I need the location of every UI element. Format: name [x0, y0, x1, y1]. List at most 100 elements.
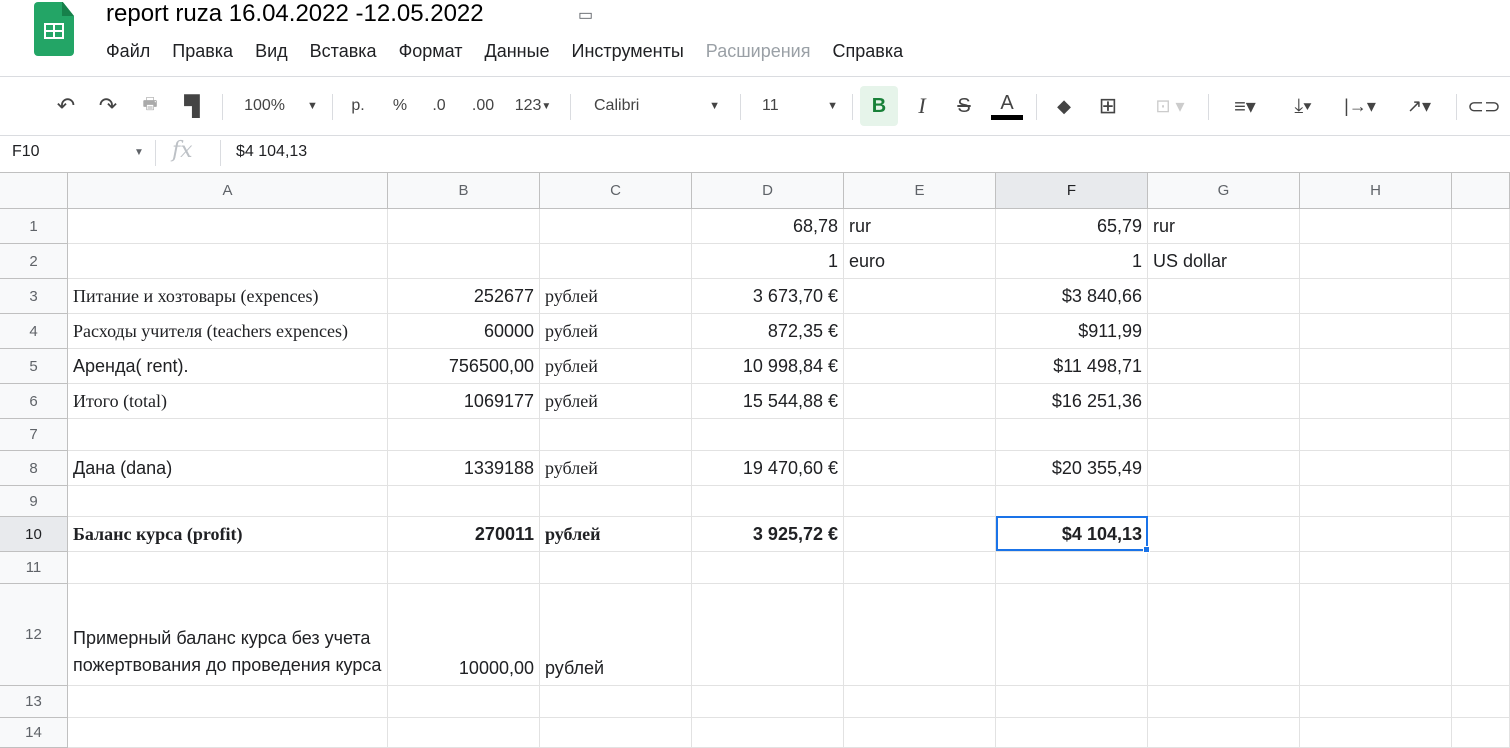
name-box[interactable]: F10	[12, 143, 40, 161]
cell-D8[interactable]: 19 470,60 €	[692, 451, 844, 486]
cell-E13[interactable]	[844, 686, 996, 718]
menu-5[interactable]: Формат	[399, 41, 463, 62]
more-formats-button[interactable]: 123 ▼	[508, 86, 558, 126]
fill-color-icon[interactable]: ◆	[1050, 86, 1078, 126]
cell-I8[interactable]	[1452, 451, 1510, 486]
column-header-I[interactable]	[1452, 173, 1510, 209]
cell-C11[interactable]	[540, 552, 692, 584]
cell-E7[interactable]	[844, 419, 996, 451]
cell-B8[interactable]: 1339188	[388, 451, 540, 486]
column-header-E[interactable]: E	[844, 173, 996, 209]
cell-E8[interactable]	[844, 451, 996, 486]
cell-F3[interactable]: $3 840,66	[996, 279, 1148, 314]
menu-9[interactable]: Справка	[832, 41, 903, 62]
increase-decimal-button[interactable]: .00	[466, 86, 500, 126]
cell-D6[interactable]: 15 544,88 €	[692, 384, 844, 419]
cell-G2[interactable]: US dollar	[1148, 244, 1300, 279]
cell-C6[interactable]: рублей	[540, 384, 692, 419]
cell-I4[interactable]	[1452, 314, 1510, 349]
menu-8[interactable]: Расширения	[706, 41, 811, 62]
sheets-logo[interactable]	[34, 2, 74, 56]
cell-C3[interactable]: рублей	[540, 279, 692, 314]
cell-F13[interactable]	[996, 686, 1148, 718]
row-header-13[interactable]: 13	[0, 686, 68, 718]
cell-G8[interactable]	[1148, 451, 1300, 486]
cell-E10[interactable]	[844, 517, 996, 552]
cell-I5[interactable]	[1452, 349, 1510, 384]
cell-G1[interactable]: rur	[1148, 209, 1300, 244]
cell-E14[interactable]	[844, 718, 996, 748]
cell-B10[interactable]: 270011	[388, 517, 540, 552]
cell-D2[interactable]: 1	[692, 244, 844, 279]
cell-C10[interactable]: рублей	[540, 517, 692, 552]
undo-icon[interactable]: ↶	[52, 86, 80, 126]
chevron-down-icon[interactable]: ▼	[134, 147, 144, 158]
cell-G10[interactable]	[1148, 517, 1300, 552]
cell-I13[interactable]	[1452, 686, 1510, 718]
text-wrap-icon[interactable]: |→▾	[1334, 86, 1386, 126]
text-color-button[interactable]: A	[990, 86, 1024, 126]
menu-3[interactable]: Вид	[255, 41, 288, 62]
bold-button[interactable]: B	[860, 86, 898, 126]
cell-G11[interactable]	[1148, 552, 1300, 584]
font-size-select[interactable]: 11 ▼	[752, 86, 848, 126]
cell-G14[interactable]	[1148, 718, 1300, 748]
cell-I6[interactable]	[1452, 384, 1510, 419]
cell-G12[interactable]	[1148, 584, 1300, 686]
row-header-1[interactable]: 1	[0, 209, 68, 244]
cell-D4[interactable]: 872,35 €	[692, 314, 844, 349]
cell-C5[interactable]: рублей	[540, 349, 692, 384]
row-header-14[interactable]: 14	[0, 718, 68, 748]
cell-A4[interactable]: Расходы учителя (teachers expences)	[68, 314, 388, 349]
cell-F6[interactable]: $16 251,36	[996, 384, 1148, 419]
cell-D1[interactable]: 68,78	[692, 209, 844, 244]
cell-B9[interactable]	[388, 486, 540, 517]
cell-F2[interactable]: 1	[996, 244, 1148, 279]
cell-E11[interactable]	[844, 552, 996, 584]
row-header-8[interactable]: 8	[0, 451, 68, 486]
cell-I14[interactable]	[1452, 718, 1510, 748]
decrease-decimal-button[interactable]: .0	[424, 86, 454, 126]
cell-B1[interactable]	[388, 209, 540, 244]
cell-C4[interactable]: рублей	[540, 314, 692, 349]
cell-G5[interactable]	[1148, 349, 1300, 384]
cell-E4[interactable]	[844, 314, 996, 349]
cell-I7[interactable]	[1452, 419, 1510, 451]
cell-B11[interactable]	[388, 552, 540, 584]
text-rotation-icon[interactable]: ↗▾	[1394, 86, 1444, 126]
horizontal-align-icon[interactable]: ≡▾	[1220, 86, 1270, 126]
print-icon[interactable]: 🖶	[136, 86, 164, 126]
merge-cells-icon[interactable]: ⊡ ▾	[1140, 86, 1200, 126]
cell-C9[interactable]	[540, 486, 692, 517]
cell-C13[interactable]	[540, 686, 692, 718]
cell-D12[interactable]	[692, 584, 844, 686]
italic-button[interactable]: I	[908, 86, 936, 126]
cell-A14[interactable]	[68, 718, 388, 748]
cell-H11[interactable]	[1300, 552, 1452, 584]
cell-H1[interactable]	[1300, 209, 1452, 244]
cell-F8[interactable]: $20 355,49	[996, 451, 1148, 486]
cell-E12[interactable]	[844, 584, 996, 686]
column-header-B[interactable]: B	[388, 173, 540, 209]
cell-H12[interactable]	[1300, 584, 1452, 686]
column-header-F[interactable]: F	[996, 173, 1148, 209]
cell-I3[interactable]	[1452, 279, 1510, 314]
cell-E3[interactable]	[844, 279, 996, 314]
cell-F9[interactable]	[996, 486, 1148, 517]
font-select[interactable]: Calibri ▼	[582, 86, 732, 126]
menu-1[interactable]: Файл	[106, 41, 150, 62]
document-title[interactable]: report ruza 16.04.2022 -12.05.2022	[106, 0, 484, 28]
strikethrough-button[interactable]: S	[950, 86, 978, 126]
cell-H2[interactable]	[1300, 244, 1452, 279]
menu-2[interactable]: Правка	[172, 41, 233, 62]
cell-A3[interactable]: Питание и хозтовары (expences)	[68, 279, 388, 314]
cell-A7[interactable]	[68, 419, 388, 451]
cell-D10[interactable]: 3 925,72 €	[692, 517, 844, 552]
cell-A12[interactable]: Примерный баланс курса без учета пожертв…	[68, 584, 388, 686]
cell-F4[interactable]: $911,99	[996, 314, 1148, 349]
column-header-H[interactable]: H	[1300, 173, 1452, 209]
spreadsheet-grid[interactable]: A B C D E F G H 1 68,78 rur 65,79 rur 2 1 euro 1 US dolla…	[0, 172, 1510, 748]
paint-format-icon[interactable]: ▜	[178, 86, 206, 126]
cell-C8[interactable]: рублей	[540, 451, 692, 486]
cell-B2[interactable]	[388, 244, 540, 279]
